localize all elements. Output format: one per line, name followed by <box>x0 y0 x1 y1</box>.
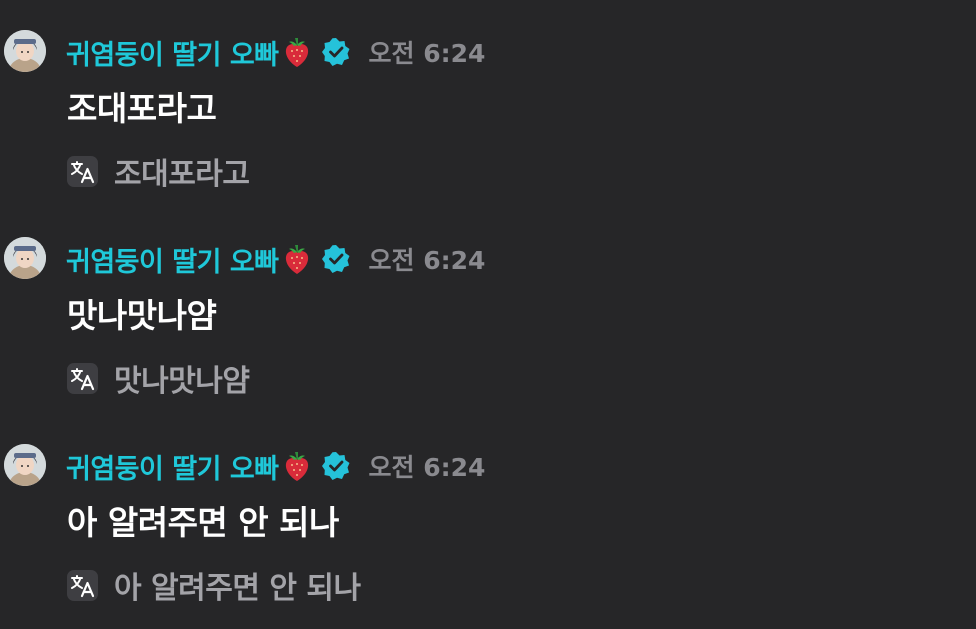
timestamp: 오전 6:24 <box>368 453 486 482</box>
strawberry-icon <box>281 242 313 276</box>
chat-message: 귀염둥이 딸기 오빠 오전 6:24 맛나맛나얌 맛나맛나얌 <box>0 207 976 407</box>
timestamp: 오전 6:24 <box>368 246 486 275</box>
translation-row[interactable]: 아 알려주면 안 되나 <box>67 567 361 606</box>
avatar[interactable] <box>4 237 46 279</box>
chat-message: 귀염둥이 딸기 오빠 오전 6:24 아 알려주면 안 되나 아 알려주면 안 … <box>0 414 976 614</box>
verified-icon <box>321 451 351 481</box>
username[interactable]: 귀염둥이 딸기 오빠 <box>66 447 279 486</box>
verified-icon <box>321 37 351 67</box>
translation-text: 아 알려주면 안 되나 <box>114 571 361 606</box>
strawberry-icon <box>281 449 313 483</box>
timestamp: 오전 6:24 <box>368 39 486 68</box>
verified-icon <box>321 244 351 274</box>
message-header: 귀염둥이 딸기 오빠 오전 6:24 <box>66 239 485 279</box>
message-header: 귀염둥이 딸기 오빠 오전 6:24 <box>66 446 485 486</box>
username[interactable]: 귀염둥이 딸기 오빠 <box>66 33 279 72</box>
translate-icon[interactable] <box>67 569 98 601</box>
translation-row[interactable]: 맛나맛나얌 <box>67 360 250 399</box>
message-content: 맛나맛나얌 <box>67 296 217 335</box>
translate-icon[interactable] <box>67 155 98 187</box>
translation-row[interactable]: 조대포라고 <box>67 153 250 192</box>
message-content: 조대포라고 <box>67 89 217 128</box>
avatar[interactable] <box>4 30 46 72</box>
chat-message-list: 귀염둥이 딸기 오빠 오전 6:24 조대포라고 조대포라고 귀염둥이 딸기 오… <box>0 0 976 629</box>
translate-icon[interactable] <box>67 362 98 394</box>
strawberry-icon <box>281 35 313 69</box>
username[interactable]: 귀염둥이 딸기 오빠 <box>66 240 279 279</box>
message-header: 귀염둥이 딸기 오빠 오전 6:24 <box>66 32 485 72</box>
message-content: 아 알려주면 안 되나 <box>67 503 339 542</box>
translation-text: 조대포라고 <box>114 157 250 192</box>
avatar[interactable] <box>4 444 46 486</box>
chat-message: 귀염둥이 딸기 오빠 오전 6:24 조대포라고 조대포라고 <box>0 0 976 200</box>
translation-text: 맛나맛나얌 <box>114 364 250 399</box>
